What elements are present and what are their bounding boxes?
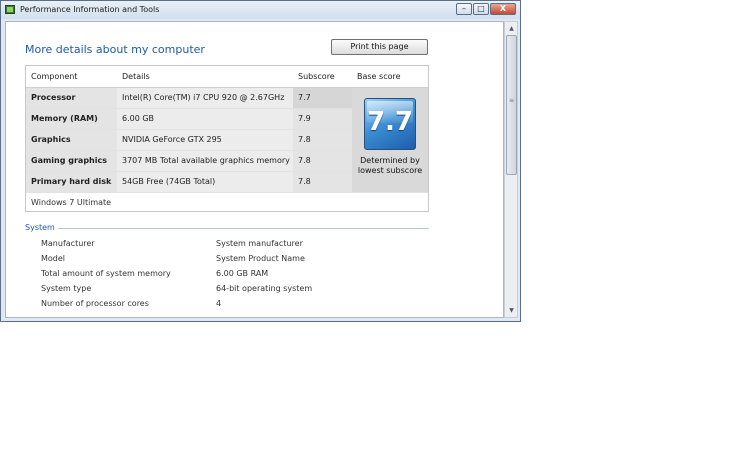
system-value: System manufacturer [216, 239, 303, 248]
scroll-grip-icon: ≡ [509, 97, 515, 104]
row-details: NVIDIA GeForce GTX 295 [117, 129, 293, 151]
row-component: Memory (RAM) [26, 108, 117, 130]
os-edition: Windows 7 Ultimate [31, 198, 112, 207]
system-label: Model [41, 254, 66, 263]
row-component: Graphics [26, 129, 117, 151]
app-icon [5, 5, 15, 14]
header-subscore: Subscore [293, 66, 352, 88]
system-row: System type 64-bit operating system [41, 284, 461, 299]
system-label: Manufacturer [41, 239, 95, 248]
row-subscore: 7.8 [293, 129, 352, 151]
system-value: 4 [216, 299, 222, 308]
section-title-system: System [25, 223, 55, 232]
base-score-note: Determined by lowest subscore [357, 156, 423, 175]
row-component: Processor [26, 87, 117, 109]
row-subscore: 7.8 [293, 171, 352, 193]
row-subscore: 7.9 [293, 108, 352, 130]
base-score-value: 7.7 [366, 107, 414, 137]
row-component: Primary hard disk [26, 171, 117, 193]
section-divider [58, 228, 429, 229]
system-row: Number of processor cores 4 [41, 299, 461, 314]
row-details: 54GB Free (74GB Total) [117, 171, 293, 193]
system-label: System type [41, 284, 92, 293]
performance-window: Performance Information and Tools – □ X … [0, 0, 521, 322]
row-details: Intel(R) Core(TM) i7 CPU 920 @ 2.67GHz [117, 87, 293, 109]
minimize-button[interactable]: – [456, 3, 472, 15]
maximize-button[interactable]: □ [473, 3, 489, 15]
header-details: Details [117, 66, 293, 88]
vertical-scrollbar[interactable]: ▲ ≡ ▼ [504, 21, 518, 318]
system-value: 64-bit operating system [216, 284, 313, 293]
system-label: Total amount of system memory [41, 269, 171, 278]
system-row: Total amount of system memory 6.00 GB RA… [41, 269, 461, 284]
scroll-down-arrow-icon[interactable]: ▼ [506, 305, 517, 316]
table-header: Component Details Subscore Base score [26, 66, 428, 88]
scroll-up-arrow-icon[interactable]: ▲ [506, 23, 517, 34]
row-details: 3707 MB Total available graphics memory [117, 150, 293, 172]
system-row: Manufacturer System manufacturer [41, 239, 461, 254]
row-component: Gaming graphics [26, 150, 117, 172]
system-value: 6.00 GB RAM [216, 269, 269, 278]
print-button[interactable]: Print this page [331, 39, 428, 55]
row-subscore: 7.7 [293, 87, 352, 109]
page-title: More details about my computer [25, 43, 205, 56]
score-panel: Component Details Subscore Base score Pr… [25, 65, 429, 212]
header-base-score: Base score [352, 66, 428, 88]
system-value: System Product Name [216, 254, 305, 263]
system-row: Model System Product Name [41, 254, 461, 269]
row-details: 6.00 GB [117, 108, 293, 130]
scroll-thumb[interactable]: ≡ [506, 35, 517, 175]
header-component: Component [26, 66, 117, 88]
base-score-badge-icon: 7.7 [364, 98, 416, 150]
window-title: Performance Information and Tools [20, 5, 160, 14]
row-subscore: 7.8 [293, 150, 352, 172]
close-button[interactable]: X [490, 3, 516, 15]
content-area: More details about my computer Print thi… [5, 21, 504, 318]
system-label: Number of processor cores [41, 299, 149, 308]
title-bar[interactable]: Performance Information and Tools – □ X [1, 1, 520, 19]
